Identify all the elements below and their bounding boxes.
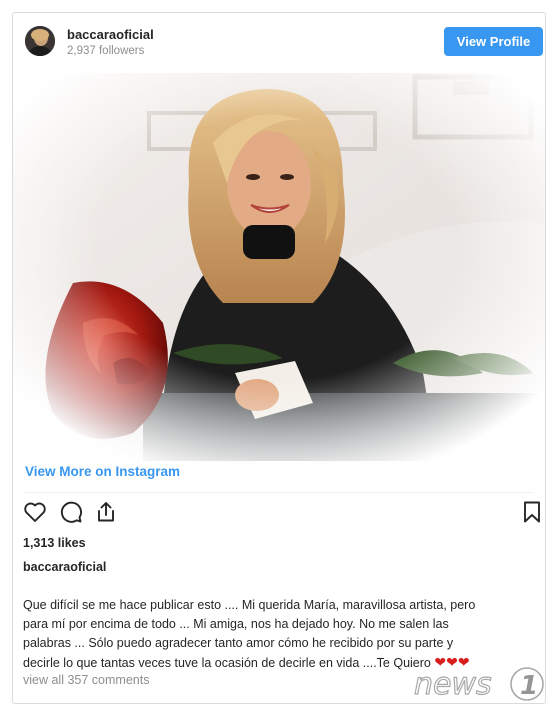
- heart-icon[interactable]: [22, 499, 48, 525]
- view-all-comments-link[interactable]: view all 357 comments: [23, 673, 149, 687]
- svg-text:news: news: [414, 667, 492, 702]
- action-bar: [13, 499, 545, 529]
- view-profile-button[interactable]: View Profile: [444, 27, 543, 56]
- instagram-embed-card: baccaraoficial 2,937 followers View Prof…: [12, 12, 546, 704]
- comment-icon[interactable]: [58, 499, 84, 525]
- caption-line: Que difícil se me hace publicar esto ...…: [23, 598, 476, 612]
- post-header: baccaraoficial 2,937 followers View Prof…: [13, 13, 545, 71]
- divider: [25, 492, 533, 493]
- caption-line-text: decirle lo que tantas veces tuve la ocas…: [23, 656, 431, 670]
- svg-text:1: 1: [520, 671, 538, 701]
- view-more-on-instagram-link[interactable]: View More on Instagram: [25, 464, 180, 479]
- caption-username[interactable]: baccaraoficial: [23, 560, 106, 574]
- caption-line: para mí por encima de todo ... Mi amiga,…: [23, 617, 449, 631]
- caption-line: palabras ... Sólo puedo agradecer tanto …: [23, 636, 454, 650]
- bookmark-icon[interactable]: [519, 499, 545, 525]
- post-photo[interactable]: [13, 73, 545, 461]
- profile-username[interactable]: baccaraoficial: [67, 27, 154, 42]
- follower-count: 2,937 followers: [67, 45, 145, 57]
- profile-avatar[interactable]: [25, 26, 55, 56]
- news1-watermark-logo: news 1: [408, 662, 554, 706]
- like-count[interactable]: 1,313 likes: [23, 536, 86, 550]
- share-icon[interactable]: [93, 499, 119, 525]
